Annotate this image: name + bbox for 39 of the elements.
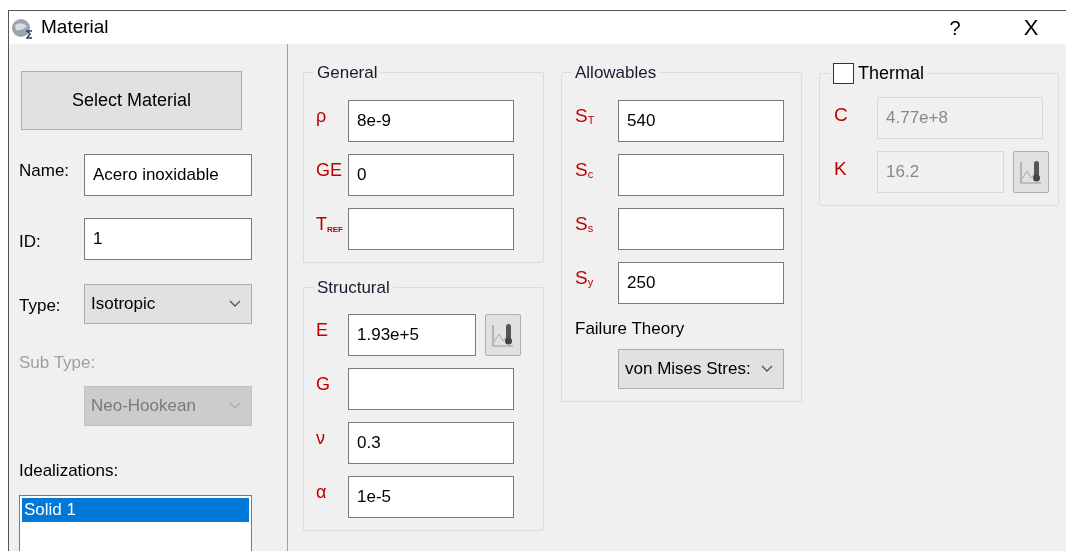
list-item[interactable]: Solid 1 xyxy=(22,498,249,522)
property-input[interactable]: 8e-9 xyxy=(348,99,514,142)
group-title: General xyxy=(317,63,378,82)
property-input[interactable]: 0.3 xyxy=(348,422,514,464)
group-title: Structural xyxy=(317,277,390,297)
property-symbol: S$_{c}$ xyxy=(574,157,595,183)
field-label: Name: xyxy=(19,160,71,182)
property-symbol: GE xyxy=(315,158,343,182)
field-label: Type: xyxy=(19,295,62,318)
dropdown[interactable]: Isotropic xyxy=(84,284,252,324)
field-label: ID: xyxy=(19,231,42,254)
name-input[interactable]: Acero inoxidable xyxy=(84,154,252,196)
property-input[interactable]: 1e-5 xyxy=(348,476,514,518)
property-symbol: K xyxy=(833,157,848,181)
field-label: Sub Type: xyxy=(19,352,97,374)
allowable-input[interactable]: 250 xyxy=(618,261,784,304)
window-title: Material xyxy=(41,15,109,40)
property-symbol: S$_{s}$ xyxy=(574,211,595,237)
property-input[interactable]: 0 xyxy=(348,153,514,196)
property-symbol: ρ xyxy=(315,104,328,128)
failure-theory-label: Failure Theory xyxy=(575,318,685,338)
property-symbol: G xyxy=(315,373,331,396)
property-symbol: S$_{y}$ xyxy=(574,265,595,291)
property-symbol: ν xyxy=(315,427,326,450)
allowable-input[interactable]: 540 xyxy=(618,99,784,142)
property-input[interactable]: 1.93e+5 xyxy=(348,314,476,356)
dropdown[interactable]: von Mises Stres: xyxy=(618,349,784,389)
property-symbol: C xyxy=(833,103,849,127)
field-label: Idealizations: xyxy=(19,459,120,482)
property-symbol: E xyxy=(315,319,329,342)
group-title: Thermal xyxy=(858,62,924,85)
property-symbol: T$_{REF}$ xyxy=(315,212,344,236)
property-symbol: α xyxy=(315,481,328,504)
id-input[interactable]: 1 xyxy=(84,218,252,260)
group-title: Allowables xyxy=(575,63,657,82)
select-material-button[interactable]: Select Material xyxy=(21,71,242,130)
close-button[interactable]: X xyxy=(1016,11,1046,44)
help-button[interactable]: ? xyxy=(940,12,970,43)
property-symbol: S$_{T}$ xyxy=(574,103,596,129)
